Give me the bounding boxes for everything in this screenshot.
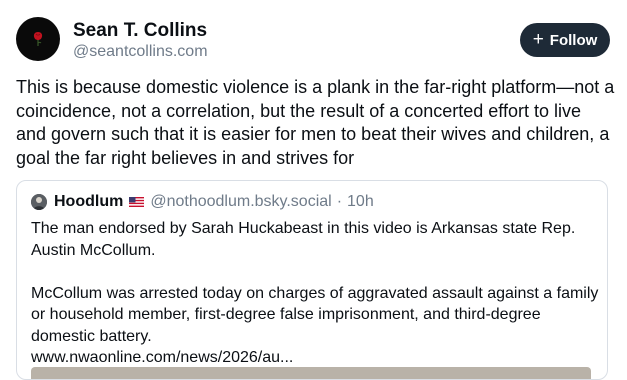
us-flag-icon (129, 197, 145, 207)
quote-link[interactable]: www.nwaonline.com/news/2026/au... (31, 349, 293, 366)
author-handle[interactable]: @seantcollins.com (73, 43, 208, 61)
quote-author-avatar (31, 194, 47, 210)
follow-label: Follow (549, 31, 598, 49)
quote-embed-image[interactable] (31, 367, 591, 379)
author-name[interactable]: Sean T. Collins (73, 20, 207, 42)
follow-button[interactable]: + Follow (520, 23, 610, 57)
quote-separator: · (336, 193, 343, 210)
quote-timestamp[interactable]: 10h (347, 193, 374, 211)
quote-paragraph-text: McCollum was arrested today on charges o… (31, 284, 599, 345)
rose-icon (33, 32, 43, 46)
quoted-post[interactable]: Hoodlum @nothoodlum.bsky.social · 10h Th… (16, 180, 608, 380)
quote-header: Hoodlum @nothoodlum.bsky.social · 10h (54, 193, 374, 211)
quote-paragraph: The man endorsed by Sarah Huckabeast in … (31, 220, 576, 259)
plus-icon: + (532, 28, 544, 50)
quote-body: The man endorsed by Sarah Huckabeast in … (31, 218, 601, 369)
quote-author-handle[interactable]: @nothoodlum.bsky.social (150, 193, 331, 211)
quote-paragraph: McCollum was arrested today on charges o… (31, 283, 601, 369)
author-avatar[interactable] (16, 17, 60, 61)
quote-author-name[interactable]: Hoodlum (54, 193, 123, 211)
post-text: This is because domestic violence is a p… (16, 77, 615, 168)
